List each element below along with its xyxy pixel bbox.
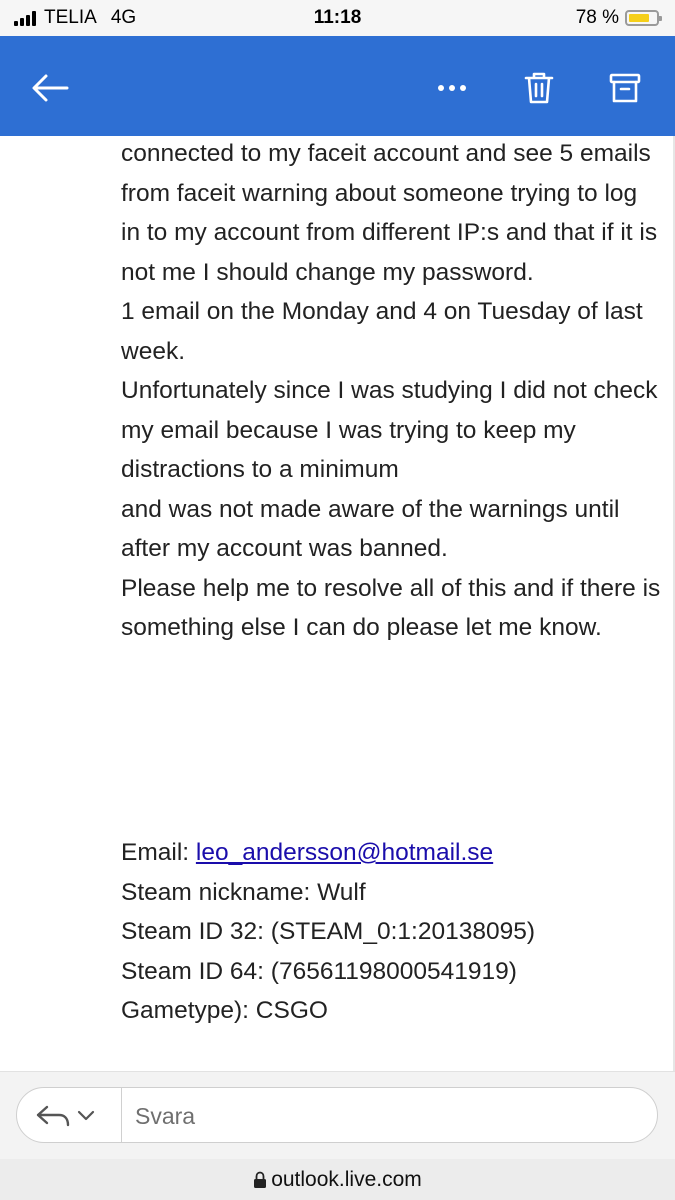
reply-bar <box>0 1071 675 1160</box>
message-paragraph: Unfortunately since I was studying I did… <box>121 377 658 483</box>
steam-id-64: Steam ID 64: (76561198000541919) <box>121 957 517 985</box>
email-line: Email: leo_andersson@hotmail.se <box>121 833 661 873</box>
message-paragraph: 1 email on the Monday and 4 on Tuesday o… <box>121 298 643 365</box>
status-time: 11:18 <box>313 7 362 28</box>
delete-button[interactable] <box>517 66 561 110</box>
more-icon <box>438 85 466 91</box>
back-button[interactable] <box>28 66 72 110</box>
email-label: Email: <box>121 839 190 866</box>
url-text: outlook.live.com <box>271 1167 422 1191</box>
reply-options-button[interactable] <box>35 1100 95 1132</box>
trash-icon <box>524 72 554 104</box>
reply-arrow-icon <box>36 1105 70 1127</box>
battery-percent: 78 % <box>575 7 619 28</box>
message-paragraph: connected to my faceit account and see 5… <box>121 140 658 286</box>
status-bar: TELIA 4G 11:18 78 % <box>0 0 675 36</box>
steam-id-32: Steam ID 32: (STEAM_0:1:20138095) <box>121 918 535 945</box>
message-paragraph: Please help me to resolve all of this an… <box>121 574 661 642</box>
signature-block: Email: leo_andersson@hotmail.se Steam ni… <box>121 833 661 1031</box>
browser-url-bar[interactable]: outlook.live.com <box>0 1159 675 1200</box>
back-arrow-icon <box>32 74 69 102</box>
mail-header <box>0 36 675 136</box>
message-body: connected to my faceit account and see 5… <box>121 136 661 648</box>
message-paragraph: and was not made aware of the warnings u… <box>121 495 620 563</box>
battery-icon <box>625 10 662 26</box>
reply-box <box>16 1087 658 1143</box>
message-content: connected to my faceit account and see 5… <box>0 136 675 1071</box>
email-link[interactable]: leo_andersson@hotmail.se <box>196 839 493 866</box>
reply-input[interactable] <box>133 1096 637 1136</box>
lock-icon <box>254 1171 267 1188</box>
chevron-down-icon <box>77 1110 95 1121</box>
gametype: Gametype): CSGO <box>121 997 328 1024</box>
archive-icon <box>609 73 641 103</box>
battery-fill <box>629 14 649 22</box>
reply-divider <box>121 1088 122 1142</box>
archive-button[interactable] <box>603 66 647 110</box>
steam-nickname: Steam nickname: Wulf <box>121 878 366 906</box>
status-right: 78 % <box>575 7 662 29</box>
more-options-button[interactable] <box>430 66 474 110</box>
